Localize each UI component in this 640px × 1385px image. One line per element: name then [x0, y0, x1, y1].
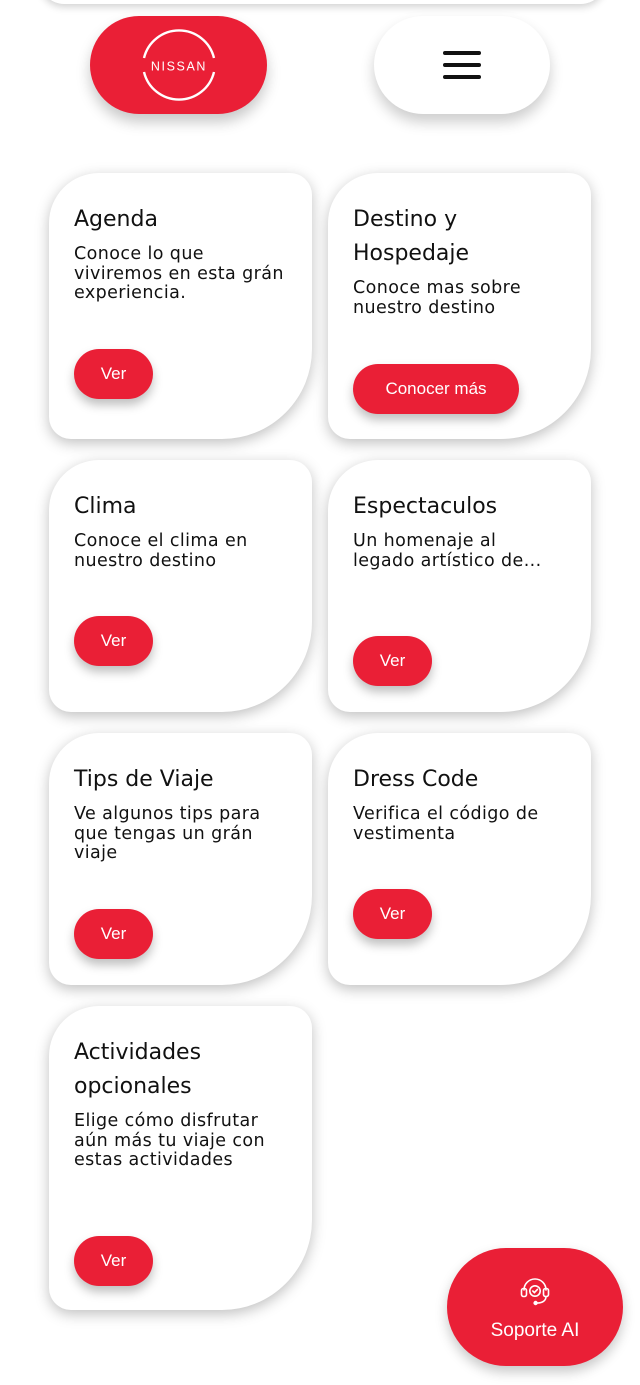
tips-ver-button[interactable]: Ver	[74, 909, 153, 959]
card-title: Tips de Viaje	[74, 767, 214, 792]
agenda-ver-button[interactable]: Ver	[74, 349, 153, 399]
nissan-logo-icon: NISSAN	[142, 29, 215, 101]
card-description: Conoce lo que viviremos en esta grán exp…	[74, 244, 284, 303]
card-description: Conoce mas sobre nuestro destino	[353, 278, 522, 318]
card-actividades-opcionales: Actividades opcionales Elige cómo disfru…	[49, 1006, 312, 1310]
card-clima: Clima Conoce el clima en nuestro destino…	[49, 460, 312, 712]
card-title: Espectaculos	[353, 494, 498, 519]
card-dress-code: Dress Code Verifica el código de vestime…	[328, 733, 591, 985]
actividades-ver-button[interactable]: Ver	[74, 1236, 153, 1286]
nissan-logo-button[interactable]: NISSAN	[90, 16, 267, 114]
card-espectaculos: Espectaculos Un homenaje al legado artís…	[328, 460, 591, 712]
card-agenda: Agenda Conoce lo que viviremos en esta g…	[49, 173, 312, 439]
menu-button[interactable]	[374, 16, 550, 114]
destino-conocer-mas-button[interactable]: Conocer más	[353, 364, 519, 414]
card-title: Clima	[74, 494, 137, 519]
card-title: Dress Code	[353, 767, 479, 792]
card-title: Agenda	[74, 207, 158, 232]
card-title: Destino y Hospedaje	[353, 207, 470, 266]
clima-ver-button[interactable]: Ver	[74, 616, 153, 666]
card-destino-hospedaje: Destino y Hospedaje Conoce mas sobre nue…	[328, 173, 591, 439]
card-description: Ve algunos tips para que tengas un grán …	[74, 804, 261, 863]
soporte-ai-label: Soporte AI	[490, 1320, 580, 1341]
card-description: Conoce el clima en nuestro destino	[74, 531, 248, 571]
card-description: Un homenaje al legado artístico de...	[353, 531, 542, 571]
logo-text: NISSAN	[150, 60, 206, 74]
card-tips-viaje: Tips de Viaje Ve algunos tips para que t…	[49, 733, 312, 985]
espectaculos-ver-button[interactable]: Ver	[353, 636, 432, 686]
top-card-edge	[40, 0, 605, 4]
card-description: Verifica el código de vestimenta	[353, 804, 539, 844]
soporte-ai-button[interactable]: Soporte AI	[447, 1248, 623, 1366]
card-description: Elige cómo disfrutar aún más tu viaje co…	[74, 1111, 265, 1170]
hamburger-icon	[443, 51, 481, 79]
dress-code-ver-button[interactable]: Ver	[353, 889, 432, 939]
headset-icon	[520, 1278, 550, 1306]
card-title: Actividades opcionales	[74, 1040, 202, 1099]
